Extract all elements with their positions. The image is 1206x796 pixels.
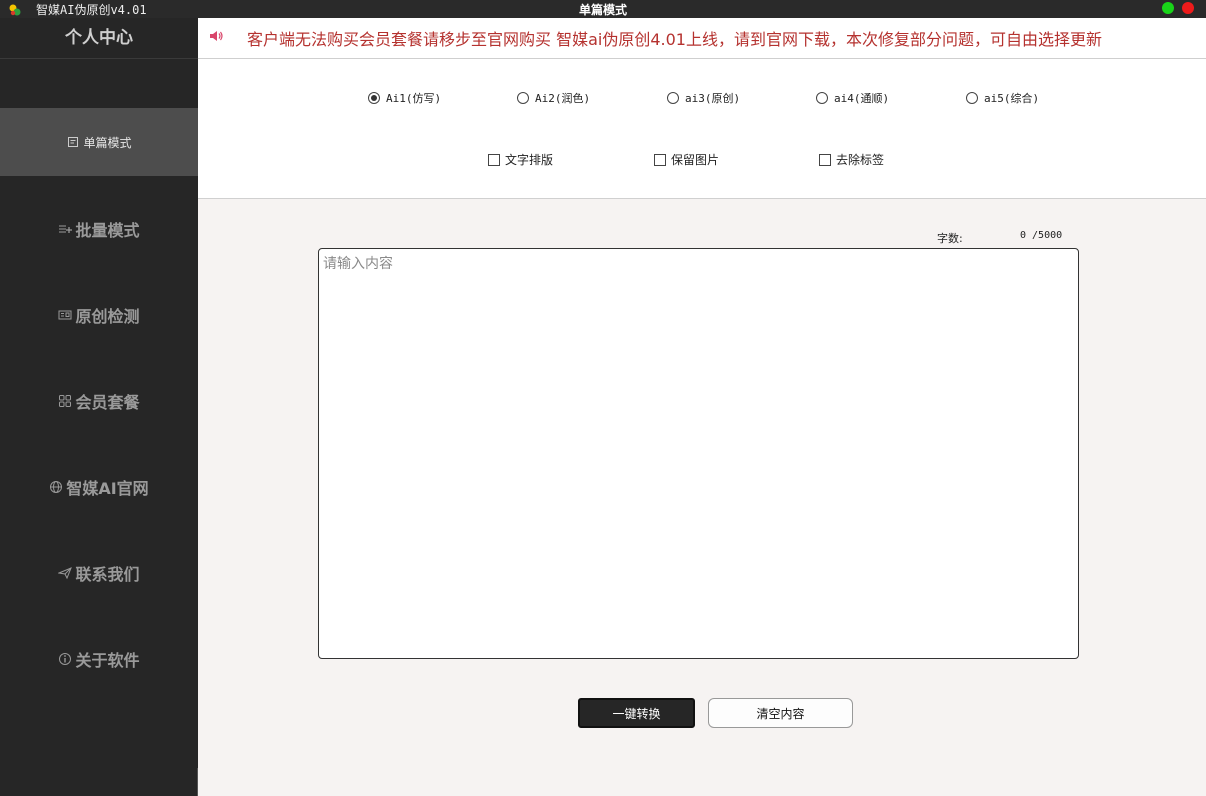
info-icon [58,652,72,666]
sidebar-item-label: 批量模式 [75,221,140,240]
options-panel: Ai1(仿写) Ai2(润色) ai3(原创) ai4(通顺) ai5(综合) … [198,59,1206,199]
radio-unchecked-icon [517,92,529,104]
profile-center-link[interactable]: 个人中心 [0,18,198,59]
radio-checked-icon [368,92,380,104]
sidebar-item-label: 会员套餐 [75,393,140,412]
sidebar-item-batch-mode[interactable]: 批量模式 [0,195,198,263]
sidebar-item-label: 智媒AI官网 [66,479,149,498]
title-bar: 智媒AI伪原创v4.01 单篇模式 [0,0,1206,18]
notice-bar: 客户端无法购买会员套餐请移步至官网购买 智媒ai伪原创4.01上线，请到官网下载… [198,18,1206,59]
maximize-button[interactable] [1162,2,1174,14]
radio-label: Ai2(润色) [535,92,591,105]
checkbox-keep-images[interactable]: 保留图片 [654,151,719,168]
radio-label: ai4(通顺) [834,92,890,105]
grid-icon [58,394,72,408]
sidebar-item-label: 单篇模式 [83,135,132,150]
radio-unchecked-icon [816,92,828,104]
radio-unchecked-icon [966,92,978,104]
sidebar: 个人中心 单篇模式 批量模式 原创检测 会员套餐 智媒AI官网 联系我们 关于软… [0,18,198,796]
convert-button[interactable]: 一键转换 [578,698,695,728]
sidebar-item-label: 关于软件 [75,651,140,670]
checkbox-label: 去除标签 [836,153,885,167]
word-count-value: 0 /5000 [1020,230,1063,241]
checkbox-label: 文字排版 [505,153,554,167]
mode-radio-ai5[interactable]: ai5(综合) [966,90,1039,106]
content-input[interactable] [318,248,1079,659]
radio-label: ai5(综合) [984,92,1040,105]
sidebar-item-label: 联系我们 [75,565,140,584]
mode-radio-ai2[interactable]: Ai2(润色) [517,90,590,106]
radio-unchecked-icon [667,92,679,104]
clear-button[interactable]: 清空内容 [708,698,853,728]
paper-plane-icon [58,566,73,580]
radio-label: Ai1(仿写) [386,92,442,105]
mode-radio-ai3[interactable]: ai3(原创) [667,90,740,106]
window-title: 单篇模式 [578,3,627,17]
checkbox-icon [819,153,831,166]
sidebar-item-about[interactable]: 关于软件 [0,625,198,693]
word-count-label: 字数: [937,232,963,245]
document-icon [66,135,80,149]
radio-label: ai3(原创) [685,92,741,105]
sidebar-item-membership[interactable]: 会员套餐 [0,367,198,435]
checkbox-label: 保留图片 [671,153,720,167]
id-card-icon [58,308,72,322]
globe-icon [49,480,63,494]
sidebar-item-label: 原创检测 [75,307,140,326]
checkbox-icon [654,153,666,166]
list-add-icon [58,222,73,236]
sidebar-item-contact[interactable]: 联系我们 [0,539,198,607]
sidebar-item-originality-check[interactable]: 原创检测 [0,281,198,349]
checkbox-remove-tags[interactable]: 去除标签 [819,151,884,168]
sidebar-item-official-site[interactable]: 智媒AI官网 [0,453,198,521]
checkbox-icon [488,153,500,166]
notice-text: 客户端无法购买会员套餐请移步至官网购买 智媒ai伪原创4.01上线，请到官网下载… [247,30,1102,49]
close-button[interactable] [1182,2,1194,14]
checkbox-text-layout[interactable]: 文字排版 [488,151,553,168]
mode-radio-ai1[interactable]: Ai1(仿写) [368,90,441,106]
speaker-icon [208,28,224,44]
mode-radio-ai4[interactable]: ai4(通顺) [816,90,889,106]
sidebar-item-single-mode[interactable]: 单篇模式 [0,108,198,176]
main-panel: 客户端无法购买会员套餐请移步至官网购买 智媒ai伪原创4.01上线，请到官网下载… [198,18,1206,796]
